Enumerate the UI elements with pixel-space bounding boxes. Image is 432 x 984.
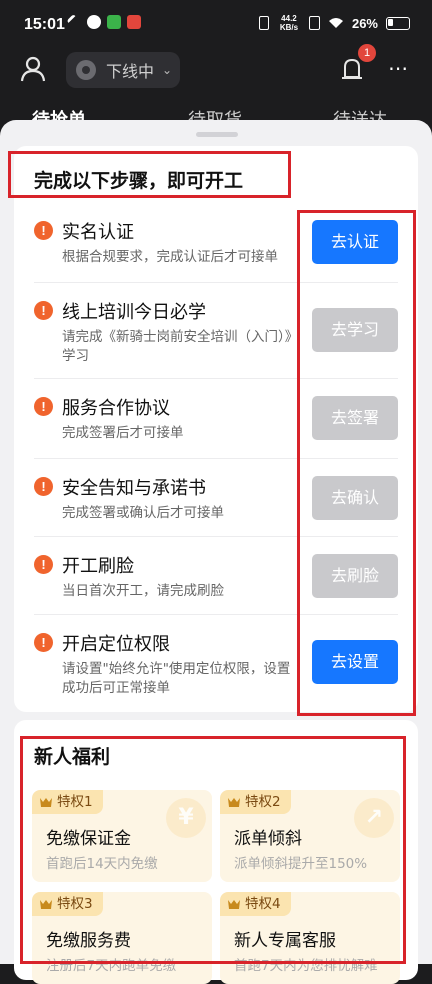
study-button[interactable]: 去学习 — [312, 308, 398, 352]
perk-card[interactable]: 特权3 免缴服务费 注册后7天内跑单免缴 — [32, 892, 212, 984]
perk-card[interactable]: ¥ 特权1 免缴保证金 首跑后14天内免缴 — [32, 790, 212, 882]
app-icon — [127, 15, 141, 29]
face-scan-button[interactable]: 去刷脸 — [312, 554, 398, 598]
perk-description: 注册后7天内跑单免缴 — [46, 958, 177, 974]
warning-icon: ! — [34, 397, 53, 416]
online-status-label: 下线中 — [106, 62, 155, 81]
battery-percent: 26% — [351, 15, 378, 31]
perk-badge: 特权3 — [32, 892, 103, 916]
step-title: 线上培训今日必学 — [62, 302, 206, 323]
more-options-icon[interactable]: ⋯ — [388, 56, 409, 80]
step-title: 开启定位权限 — [62, 634, 170, 655]
navigation-icon — [66, 13, 83, 31]
chevron-down-icon: ⌄ — [162, 63, 173, 77]
warning-icon: ! — [34, 477, 53, 496]
user-profile-icon[interactable] — [20, 56, 46, 82]
confirm-button[interactable]: 去确认 — [312, 476, 398, 520]
perk-badge: 特权4 — [220, 892, 291, 916]
step-description: 当日首次开工，请完成刷脸 — [62, 583, 224, 599]
perk-description: 首跑7天内为您排忧解难 — [234, 958, 378, 974]
perk-description: 派单倾斜提升至150% — [234, 856, 368, 872]
perk-badge-label: 特权3 — [57, 896, 93, 912]
sim-off-icon — [308, 16, 320, 30]
warning-icon: ! — [34, 221, 53, 240]
onboarding-steps-card: 完成以下步骤，即可开工 ! 实名认证 根据合规要求，完成认证后才可接单 去认证 … — [14, 146, 418, 712]
online-status-dropdown[interactable]: 下线中 ⌄ — [66, 52, 180, 88]
perk-title: 新人专属客服 — [234, 931, 336, 951]
status-notification-icons — [66, 13, 141, 31]
perk-badge-label: 特权1 — [57, 794, 93, 810]
crown-icon — [40, 797, 52, 807]
battery-icon — [386, 16, 410, 30]
top-bar: 下线中 ⌄ 1 ⋯ — [0, 44, 432, 92]
step-title: 开工刷脸 — [62, 556, 134, 577]
offline-status-icon — [76, 60, 96, 80]
perk-title: 免缴保证金 — [46, 829, 131, 849]
divider — [34, 614, 398, 615]
app-icon — [87, 15, 101, 29]
perk-badge-label: 特权4 — [245, 896, 281, 912]
onboarding-title: 完成以下步骤，即可开工 — [34, 170, 244, 192]
settings-button[interactable]: 去设置 — [312, 640, 398, 684]
warning-icon: ! — [34, 555, 53, 574]
status-time: 15:01 — [24, 16, 65, 33]
perk-description: 首跑后14天内免缴 — [46, 856, 158, 872]
warning-icon: ! — [34, 301, 53, 320]
new-user-benefits-card: 新人福利 ¥ 特权1 免缴保证金 首跑后14天内免缴 ↗ 特权2 派单倾斜 派单… — [14, 720, 418, 984]
yuan-icon: ¥ — [166, 798, 206, 838]
perk-card[interactable]: 特权4 新人专属客服 首跑7天内为您排忧解难 — [220, 892, 400, 984]
perk-title: 免缴服务费 — [46, 931, 131, 951]
perk-card[interactable]: ↗ 特权2 派单倾斜 派单倾斜提升至150% — [220, 790, 400, 882]
step-title: 实名认证 — [62, 222, 134, 243]
divider — [34, 378, 398, 379]
onboarding-sheet: 完成以下步骤，即可开工 ! 实名认证 根据合规要求，完成认证后才可接单 去认证 … — [0, 120, 432, 984]
step-description: 请设置"始终允许"使用定位权限，设置成功后可正常接单 — [62, 661, 291, 696]
divider — [34, 282, 398, 283]
notification-icon[interactable] — [341, 58, 363, 82]
step-description: 完成签署后才可接单 — [62, 425, 184, 441]
crown-icon — [228, 899, 240, 909]
app-icon — [107, 15, 121, 29]
step-description: 根据合规要求，完成认证后才可接单 — [62, 249, 278, 265]
network-speed: 44.2 KB/s — [279, 14, 299, 32]
wifi-icon — [328, 18, 343, 28]
step-description: 请完成《新骑士岗前安全培训（入门）》学习 — [62, 329, 292, 364]
divider — [34, 458, 398, 459]
status-system-icons: 44.2 KB/s 26% — [258, 14, 410, 32]
crown-icon — [228, 797, 240, 807]
notification-badge: 1 — [358, 44, 376, 62]
crown-icon — [40, 899, 52, 909]
step-description: 完成签署或确认后才可接单 — [62, 505, 224, 521]
benefits-title: 新人福利 — [34, 746, 111, 768]
divider — [34, 536, 398, 537]
warning-icon: ! — [34, 633, 53, 652]
perk-badge: 特权2 — [220, 790, 291, 814]
perk-title: 派单倾斜 — [234, 829, 302, 849]
verify-button[interactable]: 去认证 — [312, 220, 398, 264]
trend-icon: ↗ — [354, 798, 394, 838]
sheet-drag-handle[interactable] — [196, 132, 238, 137]
vibrate-icon — [258, 16, 269, 30]
step-title: 安全告知与承诺书 — [62, 478, 206, 499]
perk-badge-label: 特权2 — [245, 794, 281, 810]
sign-button[interactable]: 去签署 — [312, 396, 398, 440]
perk-badge: 特权1 — [32, 790, 103, 814]
step-title: 服务合作协议 — [62, 398, 170, 419]
